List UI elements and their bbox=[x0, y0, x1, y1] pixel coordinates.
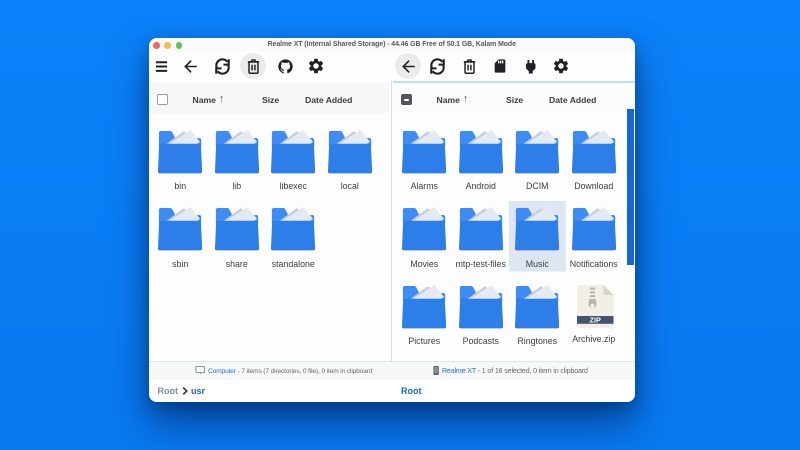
svg-text:ZIP: ZIP bbox=[590, 315, 601, 324]
